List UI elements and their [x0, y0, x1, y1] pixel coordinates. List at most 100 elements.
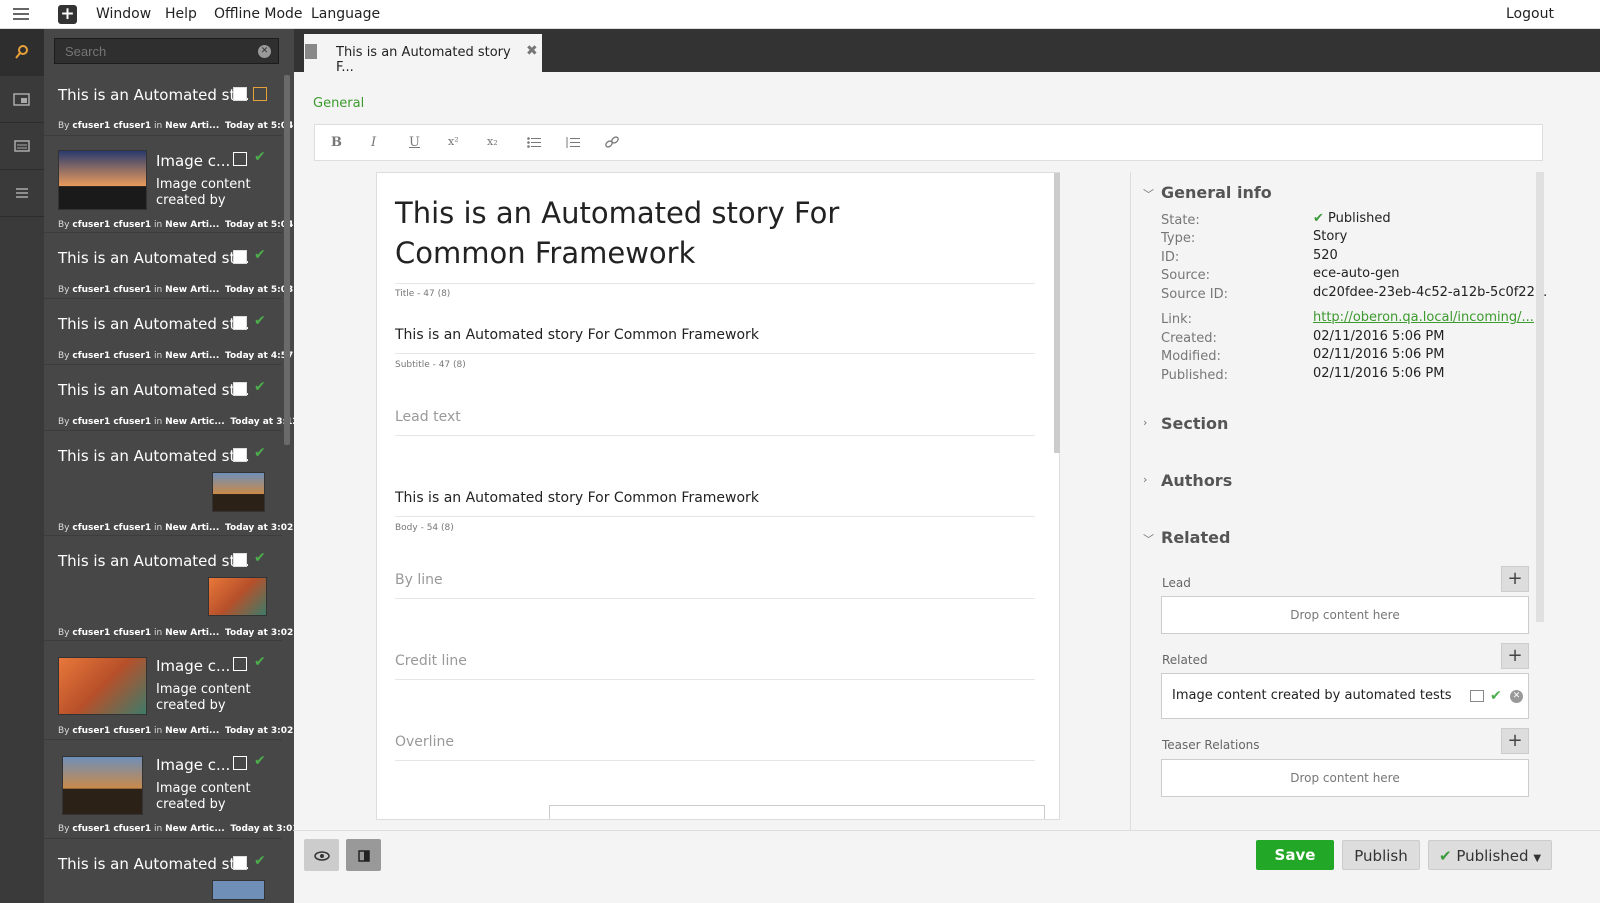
folder-icon[interactable] — [0, 76, 44, 123]
list-item-subtitle: Image content created by — [156, 781, 251, 812]
list-view-icon[interactable] — [0, 123, 44, 170]
subtitle-field[interactable]: This is an Automated story For Common Fr… — [395, 327, 1035, 370]
thumbnail-image — [208, 577, 267, 616]
list-item[interactable]: This is an Automated st... ✔ By cfuser1 … — [44, 432, 294, 536]
toggle-panel-icon[interactable] — [346, 839, 381, 871]
search-area: ✕ — [44, 29, 300, 74]
credit-line-placeholder[interactable]: Credit line — [395, 653, 1035, 669]
document-icon — [233, 856, 247, 870]
published-check-icon: ✔ — [254, 247, 266, 263]
tab-title: This is an Automated story F... — [336, 45, 511, 75]
related-item[interactable]: Image content created by automated tests… — [1161, 673, 1529, 719]
add-lead-button[interactable]: + — [1501, 566, 1529, 592]
overline-placeholder[interactable]: Overline — [395, 734, 1035, 750]
subtitle-text[interactable]: This is an Automated story For Common Fr… — [395, 327, 1035, 343]
check-icon: ✔ — [1438, 847, 1452, 865]
published-check-icon: ✔ — [1490, 688, 1502, 704]
list-item[interactable]: This is an Automated st... By cfuser1 cf… — [44, 75, 294, 136]
section-header[interactable]: Section — [1161, 414, 1228, 433]
tab-bar: This is an Automated story F... ✖ — [294, 29, 1600, 75]
list-item[interactable]: Image c... ✔ Image content created by By… — [44, 741, 294, 839]
list-item[interactable]: This is an Automated st... ✔ By cfuser1 … — [44, 234, 294, 299]
preview-eye-icon[interactable] — [304, 839, 339, 871]
chevron-down-icon[interactable]: ﹀ — [1143, 531, 1154, 547]
list-item[interactable]: This is an Automated st... ✔ By cfuser1 … — [44, 537, 294, 641]
new-content-button[interactable]: + — [58, 5, 77, 24]
chevron-right-icon[interactable]: › — [1143, 473, 1147, 486]
list-item[interactable]: This is an Automated st... ✔ By cfuser1 … — [44, 300, 294, 365]
general-info-header[interactable]: General info — [1161, 183, 1272, 202]
type-value: Story — [1313, 229, 1348, 244]
thumbnail-image — [212, 880, 265, 900]
lead-drop-zone[interactable]: Drop content here — [1161, 596, 1529, 634]
image-icon — [233, 657, 247, 671]
list-item-title: This is an Automated st... — [58, 381, 250, 399]
chevron-down-icon[interactable]: ﹀ — [1143, 186, 1154, 202]
italic-button[interactable]: I — [371, 135, 376, 150]
menu-offline-mode[interactable]: Offline Mode — [214, 6, 303, 22]
list-item-meta: By cfuser1 cfuser1 in New Arti... Today … — [58, 523, 294, 533]
document-icon — [233, 553, 247, 567]
lead-text-field[interactable]: Lead text — [395, 409, 1035, 436]
story-link[interactable]: http://oberon.qa.local/incoming/... — [1313, 310, 1534, 325]
status-label: Published — [1456, 847, 1529, 865]
lead-text-placeholder[interactable]: Lead text — [395, 409, 1035, 425]
add-related-button[interactable]: + — [1501, 643, 1529, 669]
list-item[interactable]: Image c... ✔ Image content created by By… — [44, 137, 294, 233]
state-value: ✔ Published — [1313, 211, 1391, 226]
menu-lines-icon[interactable] — [0, 170, 44, 217]
story-document: This is an Automated story For Common Fr… — [376, 172, 1060, 820]
bullet-list-icon[interactable] — [527, 137, 541, 152]
search-icon[interactable] — [0, 29, 44, 76]
lead-relation-label: Lead — [1162, 576, 1191, 590]
published-check-icon: ✔ — [254, 853, 266, 869]
credit-line-field[interactable]: Credit line — [395, 653, 1035, 680]
document-scrollbar[interactable] — [1054, 173, 1060, 453]
add-teaser-button[interactable]: + — [1501, 728, 1529, 754]
underline-button[interactable]: U — [409, 135, 420, 150]
title-text[interactable]: This is an Automated story For Common Fr… — [395, 193, 955, 273]
panel-scrollbar[interactable] — [1536, 172, 1544, 622]
list-scrollbar[interactable] — [284, 75, 290, 445]
title-field[interactable]: This is an Automated story For Common Fr… — [395, 193, 1035, 299]
menu-language[interactable]: Language — [311, 6, 380, 22]
thumbnail-image — [62, 756, 143, 815]
clear-search-icon[interactable]: ✕ — [258, 45, 271, 58]
body-field[interactable]: This is an Automated story For Common Fr… — [395, 490, 1035, 533]
menu-window[interactable]: Window — [96, 6, 151, 22]
document-icon — [233, 382, 247, 396]
status-dropdown[interactable]: ✔ Published ▼ — [1428, 840, 1552, 870]
teaser-drop-zone[interactable]: Drop content here — [1161, 759, 1529, 797]
overline-field[interactable]: Overline — [395, 734, 1035, 761]
partial-field[interactable] — [549, 805, 1045, 819]
menu-help[interactable]: Help — [165, 6, 197, 22]
numbered-list-icon[interactable] — [566, 137, 580, 152]
byline-field[interactable]: By line — [395, 572, 1035, 599]
remove-related-icon[interactable]: ✕ — [1510, 690, 1523, 703]
related-header[interactable]: Related — [1161, 528, 1230, 547]
document-icon — [233, 87, 247, 101]
superscript-button[interactable]: x² — [448, 135, 459, 148]
body-text[interactable]: This is an Automated story For Common Fr… — [395, 490, 1035, 506]
list-item[interactable]: This is an Automated st... ✔ By cfuser1 … — [44, 366, 294, 431]
chevron-right-icon[interactable]: › — [1143, 416, 1147, 429]
list-item[interactable]: Image c... ✔ Image content created by By… — [44, 642, 294, 740]
link-icon[interactable] — [605, 136, 619, 152]
search-input[interactable] — [54, 38, 279, 64]
top-menu-bar: + Window Help Offline Mode Language Logo… — [0, 0, 1600, 29]
publish-button[interactable]: Publish — [1342, 840, 1420, 870]
list-item[interactable]: This is an Automated st... ✔ — [44, 840, 282, 903]
authors-header[interactable]: Authors — [1161, 471, 1232, 490]
subscript-button[interactable]: x₂ — [487, 135, 498, 148]
byline-placeholder[interactable]: By line — [395, 572, 1035, 588]
document-icon — [233, 448, 247, 462]
state-label: State: — [1161, 213, 1200, 228]
bold-button[interactable]: B — [331, 135, 342, 150]
logout-link[interactable]: Logout — [1506, 6, 1554, 22]
document-icon — [233, 250, 247, 264]
close-tab-icon[interactable]: ✖ — [526, 43, 538, 59]
save-button[interactable]: Save — [1256, 840, 1334, 870]
hamburger-menu-icon[interactable] — [13, 8, 29, 21]
tab-story[interactable]: This is an Automated story F... ✖ — [304, 34, 542, 75]
list-item-meta: By cfuser1 cfuser1 in New Arti... Today … — [58, 220, 294, 230]
